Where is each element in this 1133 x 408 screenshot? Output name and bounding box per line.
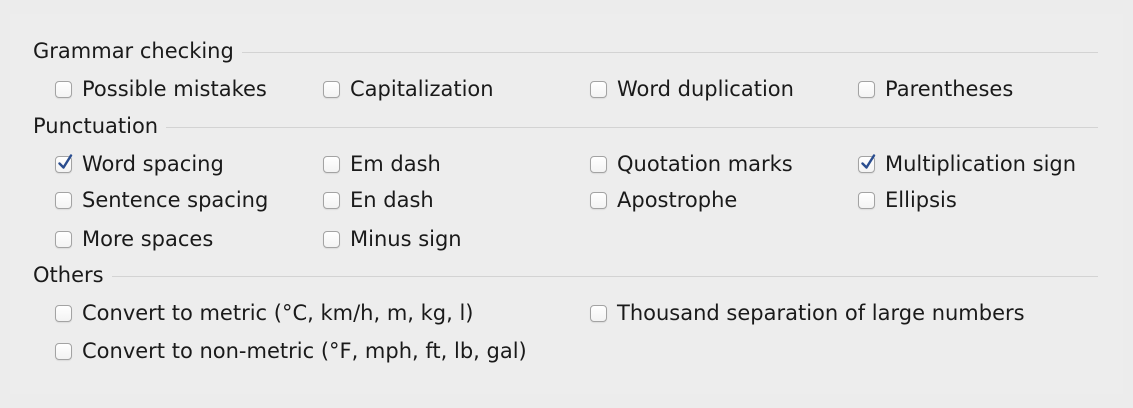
option-minus-sign[interactable]: Minus sign	[323, 224, 462, 254]
others-title: Others	[33, 263, 104, 287]
grammar-checking-title: Grammar checking	[33, 39, 234, 63]
option-capitalization[interactable]: Capitalization	[323, 74, 494, 104]
option-label: Parentheses	[885, 77, 1014, 101]
checkbox[interactable]	[590, 80, 607, 98]
option-en-dash[interactable]: En dash	[323, 185, 434, 215]
checkbox[interactable]	[858, 153, 876, 173]
section-divider	[166, 126, 1098, 128]
checkbox[interactable]	[590, 155, 607, 173]
option-word-spacing[interactable]: Word spacing	[55, 149, 224, 179]
option-quotation-marks[interactable]: Quotation marks	[590, 149, 793, 179]
punctuation-title: Punctuation	[33, 114, 159, 138]
option-label: Capitalization	[350, 77, 494, 101]
option-word-duplication[interactable]: Word duplication	[590, 74, 794, 104]
option-label: Quotation marks	[617, 152, 793, 176]
others-section-header: Others	[33, 260, 1098, 290]
checkbox[interactable]	[55, 191, 72, 209]
option-multiplication-sign[interactable]: Multiplication sign	[858, 149, 1076, 179]
option-label: More spaces	[82, 227, 214, 251]
option-label: Ellipsis	[885, 188, 957, 212]
option-em-dash[interactable]: Em dash	[323, 149, 441, 179]
option-more-spaces[interactable]: More spaces	[55, 224, 213, 254]
option-label: Convert to metric (°C, km/h, m, kg, l)	[82, 301, 474, 325]
option-label: Word spacing	[82, 152, 224, 176]
checkbox[interactable]	[323, 191, 340, 209]
option-label: Possible mistakes	[82, 77, 267, 101]
checkbox[interactable]	[858, 191, 875, 209]
checkbox[interactable]	[55, 153, 73, 173]
section-divider	[111, 275, 1098, 277]
checkbox[interactable]	[590, 304, 607, 322]
checkmark-icon	[58, 153, 73, 169]
checkbox[interactable]	[323, 80, 340, 98]
option-label: Minus sign	[350, 227, 462, 251]
checkbox[interactable]	[590, 191, 607, 209]
section-divider	[241, 51, 1098, 53]
option-label: Word duplication	[617, 77, 794, 101]
option-sentence-spacing[interactable]: Sentence spacing	[55, 185, 268, 215]
option-label: Convert to non-metric (°F, mph, ft, lb, …	[82, 339, 527, 363]
checkbox[interactable]	[323, 155, 340, 173]
autocorrect-options-panel: Grammar checking Possible mistakes Capit…	[10, 14, 1123, 394]
option-ellipsis[interactable]: Ellipsis	[858, 185, 957, 215]
checkbox[interactable]	[55, 230, 72, 248]
option-thousand-separation[interactable]: Thousand separation of large numbers	[590, 298, 1025, 328]
checkbox[interactable]	[323, 230, 340, 248]
punctuation-section-header: Punctuation	[33, 111, 1098, 141]
option-label: Thousand separation of large numbers	[617, 301, 1025, 325]
option-apostrophe[interactable]: Apostrophe	[590, 185, 737, 215]
option-label: Multiplication sign	[885, 152, 1077, 176]
checkbox[interactable]	[55, 304, 72, 322]
option-possible-mistakes[interactable]: Possible mistakes	[55, 74, 267, 104]
option-label: Apostrophe	[617, 188, 738, 212]
option-label: Em dash	[350, 152, 441, 176]
grammar-checking-section-header: Grammar checking	[33, 36, 1098, 66]
option-convert-to-non-metric[interactable]: Convert to non-metric (°F, mph, ft, lb, …	[55, 336, 527, 366]
checkbox[interactable]	[55, 342, 72, 360]
option-parentheses[interactable]: Parentheses	[858, 74, 1013, 104]
checkbox[interactable]	[858, 80, 875, 98]
checkbox[interactable]	[55, 80, 72, 98]
option-convert-to-metric[interactable]: Convert to metric (°C, km/h, m, kg, l)	[55, 298, 474, 328]
checkmark-icon	[861, 153, 876, 169]
option-label: En dash	[350, 188, 434, 212]
option-label: Sentence spacing	[82, 188, 269, 212]
